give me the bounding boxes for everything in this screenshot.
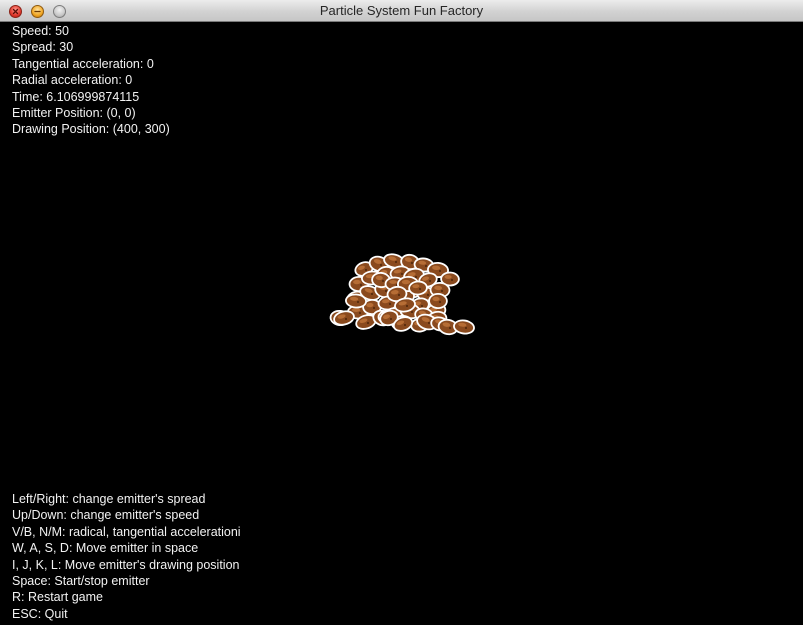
help-line: V/B, N/M: radical, tangential accelerati… (12, 524, 241, 539)
help-line: Left/Right: change emitter's spread (12, 492, 206, 506)
help-line: Space: Start/stop emitter (12, 573, 150, 588)
particle (453, 319, 475, 335)
help-line: W, A, S, D: Move emitter in space (12, 541, 199, 556)
game-canvas[interactable]: Speed: 50 Spread: 30 Tangential accelera… (0, 22, 803, 625)
help-line: Up/Down: change emitter's speed (12, 508, 200, 523)
help-line: I, J, K, L: Move emitter's drawing posit… (12, 557, 240, 572)
app-window: Particle System Fun Factory Speed: 50 Sp… (0, 0, 803, 625)
help-line: R: Restart game (12, 590, 104, 605)
help-line: ESC: Quit (12, 606, 68, 621)
window-title: Particle System Fun Factory (319, 3, 484, 18)
controls-help: Left/Right: change emitter's spread Up/D… (12, 491, 241, 622)
title-bar[interactable]: Particle System Fun Factory (0, 0, 803, 22)
